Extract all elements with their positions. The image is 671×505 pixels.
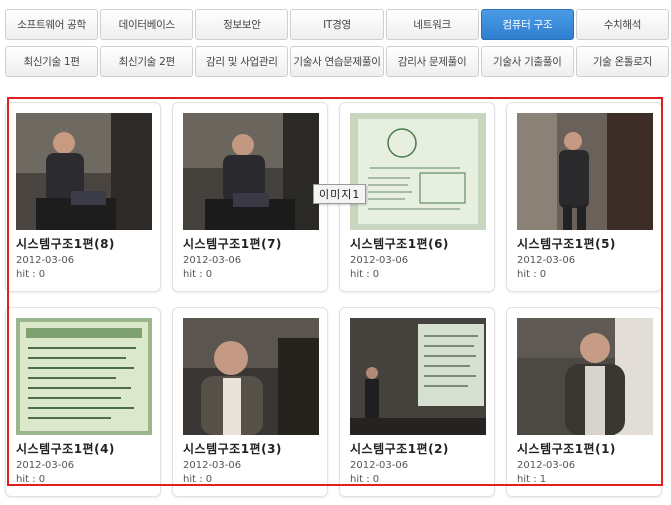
tab-database[interactable]: 데이터베이스: [100, 9, 194, 40]
tab-software-engineering[interactable]: 소프트웨어 공학: [5, 9, 99, 40]
category-tabs-row-1: 소프트웨어 공학 데이터베이스 정보보안 IT경영 네트워크 컴퓨터 구조 수치…: [5, 9, 669, 40]
tab-latest-tech-2[interactable]: 최신기술 2편: [100, 46, 194, 77]
tab-numerical-analysis[interactable]: 수치해석: [575, 9, 669, 40]
thumbnail-tooltip: 이미지1: [313, 184, 367, 204]
tab-computer-architecture[interactable]: 컴퓨터 구조: [480, 9, 574, 40]
tab-tech-ontology[interactable]: 기술 온톨로지: [575, 46, 669, 77]
tab-practice-problems[interactable]: 기술사 연습문제풀이: [290, 46, 384, 77]
tab-past-exam[interactable]: 기술사 기출풀이: [480, 46, 574, 77]
tab-auditor-problems[interactable]: 감리사 문제풀이: [385, 46, 479, 77]
tab-latest-tech-1[interactable]: 최신기술 1편: [5, 46, 99, 77]
tab-audit-project-mgmt[interactable]: 감리 및 사업관리: [195, 46, 289, 77]
tab-network[interactable]: 네트워크: [385, 9, 479, 40]
selection-highlight-frame: [7, 97, 663, 486]
tab-it-management[interactable]: IT경영: [290, 9, 384, 40]
tab-security[interactable]: 정보보안: [195, 9, 289, 40]
category-tabs-row-2: 최신기술 1편 최신기술 2편 감리 및 사업관리 기술사 연습문제풀이 감리사…: [5, 46, 669, 77]
